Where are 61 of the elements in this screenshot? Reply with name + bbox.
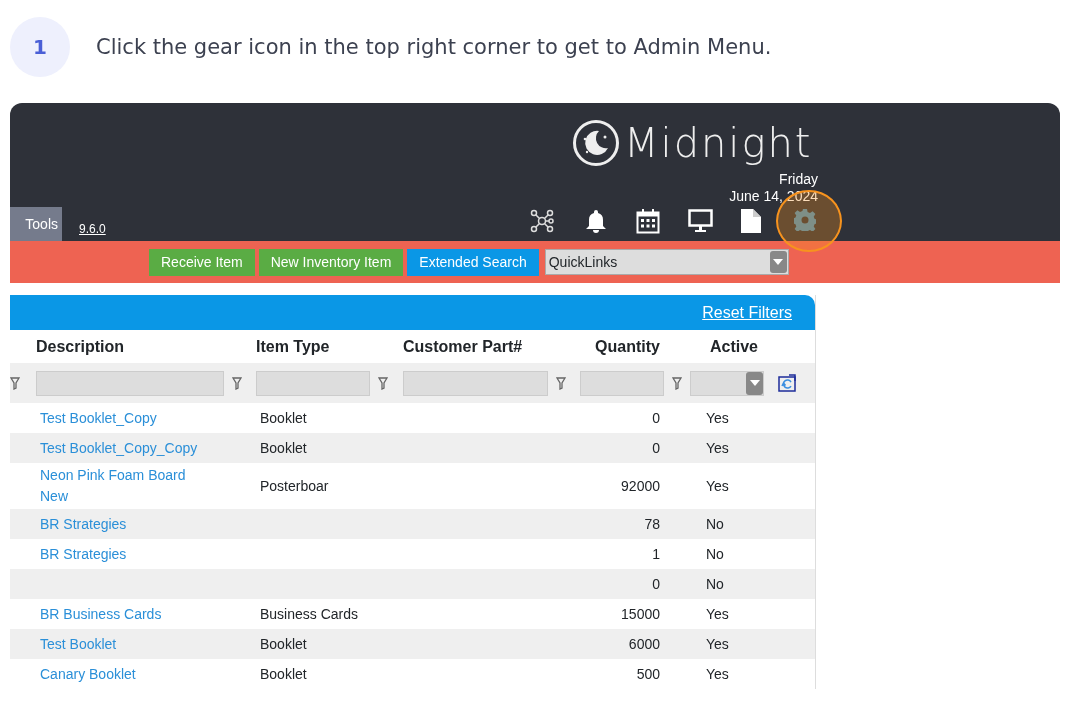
table-cell-text: Booklet: [259, 634, 308, 654]
table-cell-text: Yes: [705, 408, 730, 428]
table-cell-text: Booklet: [259, 664, 308, 684]
table-cell-text: No: [705, 514, 725, 534]
refresh-icon[interactable]: [778, 374, 796, 392]
table-cell-text: No: [705, 544, 725, 564]
table-cell-text: Yes: [705, 634, 730, 654]
column-header: Customer Part#: [403, 336, 524, 357]
column-header: Description: [36, 336, 125, 357]
table-cell-text: 0: [651, 408, 661, 428]
item-link[interactable]: BR Business Cards: [36, 599, 256, 629]
filter-icon[interactable]: [10, 376, 20, 390]
filter-field[interactable]: [256, 370, 370, 396]
bell-icon[interactable]: [585, 209, 607, 233]
table-cell-text: 1: [651, 544, 661, 564]
calendar-icon[interactable]: [636, 209, 660, 234]
date-day: Friday: [729, 171, 818, 188]
tools-tab[interactable]: Tools: [10, 207, 62, 241]
item-link[interactable]: Test Booklet_Copy_Copy: [36, 433, 256, 463]
table-cell-text: 0: [651, 574, 661, 594]
item-link[interactable]: BR Strategies: [36, 539, 256, 569]
document-icon[interactable]: [741, 209, 761, 233]
item-link[interactable]: Canary Booklet: [40, 663, 136, 685]
column-header: Quantity: [594, 336, 661, 357]
logo-text: Midnight: [624, 119, 813, 168]
table-cell-text: Yes: [705, 476, 730, 496]
network-icon[interactable]: [530, 209, 554, 233]
reset-filters-link[interactable]: Reset Filters: [702, 300, 792, 325]
item-link[interactable]: BR Strategies: [36, 509, 256, 539]
table-cell-text: 15000: [620, 604, 661, 624]
quicklinks-dropdown[interactable]: QuickLinks: [544, 249, 789, 275]
moon-logo-icon: [572, 119, 620, 167]
table-cell-text: Posterboar: [259, 476, 330, 496]
item-link[interactable]: Test Booklet_Copy: [36, 403, 256, 433]
action-button[interactable]: New Inventory Item: [258, 248, 404, 276]
table-cell-text: 92000: [620, 476, 661, 496]
filter-dropdown[interactable]: [690, 370, 764, 396]
monitor-icon[interactable]: [688, 209, 713, 233]
table-cell-text: 0: [651, 438, 661, 458]
action-button[interactable]: Receive Item: [149, 248, 255, 276]
table-cell-text: 500: [635, 664, 661, 684]
item-link[interactable]: Neon Pink Foam Board New: [36, 463, 256, 509]
table-cell-text: Business Cards: [259, 604, 360, 624]
filter-field[interactable]: [36, 370, 224, 396]
table-cell-text: Booklet: [259, 438, 308, 458]
table-cell-text: Yes: [705, 438, 730, 458]
column-header: Active: [709, 336, 759, 357]
table-cell-text: 78: [643, 514, 661, 534]
step-number: 1: [10, 17, 70, 77]
table-cell-text: 6000: [627, 634, 661, 654]
table-cell-text: Yes: [705, 604, 730, 624]
table-cell-text: Booklet: [259, 408, 308, 428]
column-header: Item Type: [256, 336, 331, 357]
step-instruction: Click the gear icon in the top right corner to get to Admin Menu.: [96, 34, 772, 61]
version-link[interactable]: 9.6.0: [79, 220, 106, 238]
filter-field[interactable]: [580, 370, 664, 396]
filter-field[interactable]: [403, 370, 548, 396]
item-link[interactable]: Test Booklet: [36, 629, 256, 659]
table-cell-text: Yes: [705, 664, 730, 684]
action-button[interactable]: Extended Search: [407, 248, 539, 276]
table-cell-text: No: [705, 574, 725, 594]
